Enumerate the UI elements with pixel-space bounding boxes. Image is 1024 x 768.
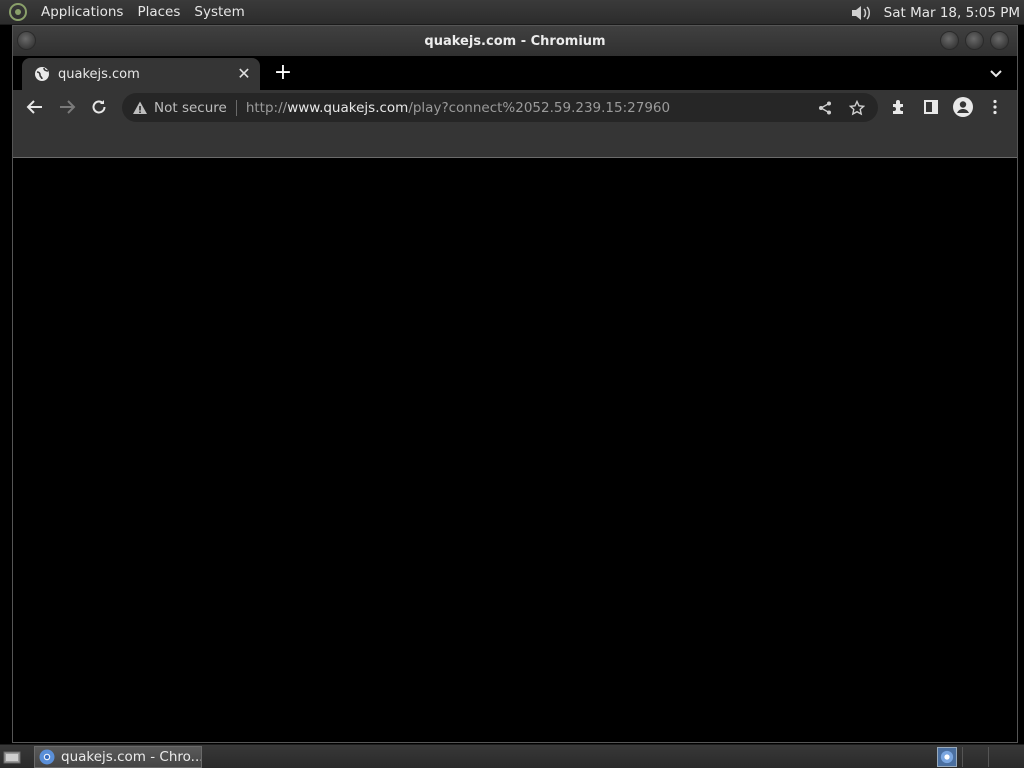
- browser-window: quakejs.com - Chromium quakejs.com ✕ + N…: [12, 25, 1018, 743]
- back-arrow-icon[interactable]: [24, 96, 46, 118]
- minimize-button[interactable]: [940, 31, 959, 50]
- warning-icon[interactable]: [132, 100, 148, 116]
- workspace-1[interactable]: [937, 747, 957, 767]
- window-menu-button[interactable]: [17, 31, 36, 50]
- window-title: quakejs.com - Chromium: [424, 33, 606, 49]
- bottom-panel: quakejs.com - Chro...: [0, 744, 1024, 768]
- maximize-button[interactable]: [965, 31, 984, 50]
- taskbar-label: quakejs.com - Chro...: [61, 749, 201, 765]
- titlebar[interactable]: quakejs.com - Chromium: [13, 26, 1017, 56]
- omnibox-divider: [235, 99, 237, 116]
- workspace-2[interactable]: [962, 747, 982, 767]
- kebab-menu-icon[interactable]: [984, 96, 1006, 118]
- workspace-3[interactable]: [988, 747, 1008, 767]
- profile-icon[interactable]: [952, 96, 974, 118]
- star-icon[interactable]: [848, 99, 866, 117]
- new-tab-button[interactable]: +: [273, 62, 293, 84]
- taskbar-chromium-button[interactable]: quakejs.com - Chro...: [34, 746, 202, 768]
- tab-quakejs[interactable]: quakejs.com ✕: [22, 58, 260, 90]
- gnome-foot-icon[interactable]: [8, 2, 28, 22]
- bookmarks-bar: [13, 124, 1017, 158]
- page-content[interactable]: [13, 159, 1017, 742]
- side-panel-icon[interactable]: [920, 96, 942, 118]
- close-tab-icon[interactable]: ✕: [236, 66, 252, 82]
- globe-icon: [34, 66, 50, 82]
- puzzle-icon[interactable]: [888, 96, 910, 118]
- volume-icon[interactable]: [848, 2, 874, 24]
- address-bar[interactable]: Not secure http://www.quakejs.com/play?c…: [122, 93, 878, 122]
- top-panel: Applications Places System Sat Mar 18, 5…: [0, 0, 1024, 25]
- tab-strip: quakejs.com ✕ +: [13, 56, 1017, 90]
- show-desktop-icon[interactable]: [3, 748, 21, 766]
- close-window-button[interactable]: [990, 31, 1009, 50]
- clock[interactable]: Sat Mar 18, 5:05 PM: [884, 5, 1020, 21]
- system-menu[interactable]: System: [187, 0, 251, 25]
- places-menu[interactable]: Places: [130, 0, 187, 25]
- security-label[interactable]: Not secure: [154, 100, 227, 116]
- forward-arrow-icon[interactable]: [56, 96, 78, 118]
- applications-menu[interactable]: Applications: [34, 0, 130, 25]
- share-icon[interactable]: [816, 99, 834, 117]
- url-text[interactable]: http://www.quakejs.com/play?connect%2052…: [246, 100, 670, 116]
- reload-icon[interactable]: [88, 96, 110, 118]
- tab-title: quakejs.com: [58, 66, 140, 82]
- chromium-icon: [39, 749, 55, 765]
- toolbar: Not secure http://www.quakejs.com/play?c…: [13, 90, 1017, 124]
- chevron-down-icon[interactable]: [987, 64, 1005, 82]
